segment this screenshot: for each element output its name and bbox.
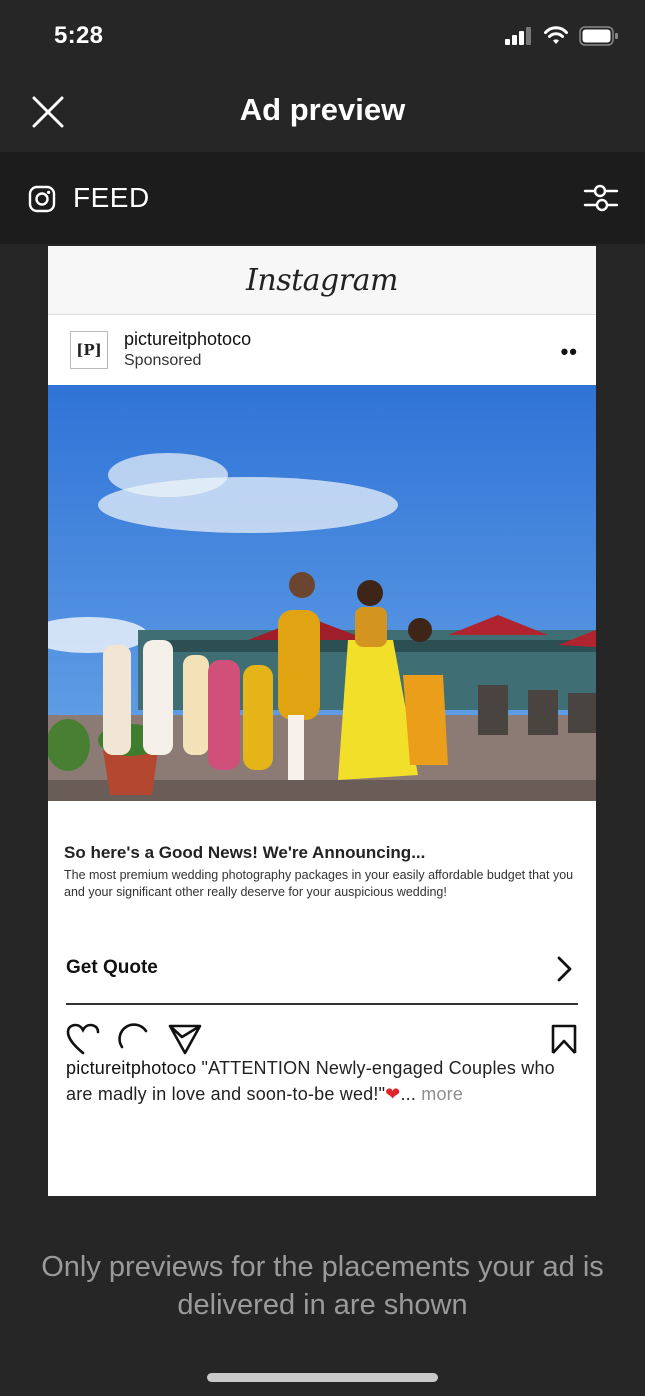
- placement-bar: FEED: [0, 152, 645, 244]
- instagram-icon: [28, 185, 56, 213]
- heart-emoji-icon: ❤: [385, 1084, 401, 1104]
- ad-headline: So here's a Good News! We're Announcing.…: [64, 843, 426, 862]
- ad-image[interactable]: [48, 385, 596, 801]
- placement-label[interactable]: FEED: [73, 182, 150, 214]
- status-icons: [505, 26, 619, 46]
- chevron-right-icon: [557, 956, 572, 982]
- bookmark-icon[interactable]: [550, 1023, 578, 1055]
- home-indicator[interactable]: [207, 1373, 438, 1382]
- post-header: [P] pictureitphotoco Sponsored ••: [48, 315, 596, 385]
- caption-username[interactable]: pictureitphotoco: [66, 1058, 196, 1078]
- avatar[interactable]: [P]: [70, 331, 108, 369]
- sponsored-label: Sponsored: [124, 352, 202, 369]
- comment-icon[interactable]: [118, 1023, 150, 1055]
- account-name[interactable]: pictureitphotoco: [124, 329, 251, 350]
- get-quote-button[interactable]: Get Quote: [66, 941, 578, 1005]
- ad-body-text: The most premium wedding photography pac…: [64, 868, 574, 899]
- ad-preview-card: Instagram [P] pictureitphotoco Sponsored…: [48, 246, 596, 1196]
- share-icon[interactable]: [168, 1023, 202, 1055]
- instagram-topbar: Instagram: [48, 246, 596, 315]
- placement-note: Only previews for the placements your ad…: [41, 1251, 604, 1321]
- filter-icon[interactable]: [583, 183, 619, 213]
- caption-ellipsis: ...: [400, 1084, 422, 1104]
- post-caption: pictureitphotoco "ATTENTION Newly-engage…: [66, 1055, 578, 1107]
- more-options-icon[interactable]: ••: [561, 339, 578, 365]
- caption-more-link[interactable]: more: [421, 1084, 463, 1104]
- signal-icon: [505, 27, 531, 45]
- header: Ad preview: [0, 60, 645, 153]
- page-title: Ad preview: [239, 92, 406, 127]
- heart-icon[interactable]: [66, 1023, 100, 1055]
- battery-icon: [579, 26, 618, 46]
- post-actions: [66, 1005, 578, 1055]
- ad-photo-illustration: [48, 385, 596, 801]
- cta-label: Get Quote: [66, 957, 158, 978]
- status-time: 5:28: [54, 22, 104, 49]
- wifi-icon: [544, 26, 568, 44]
- instagram-logo: Instagram: [246, 262, 398, 298]
